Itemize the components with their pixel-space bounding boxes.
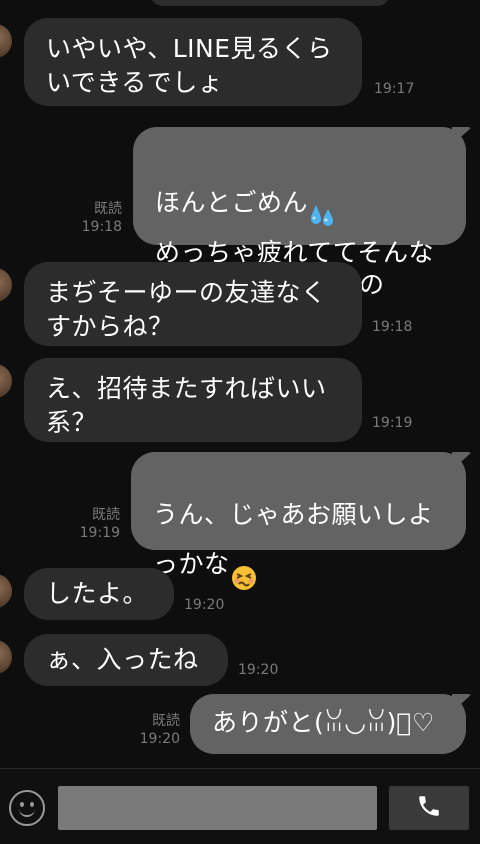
read-receipt: 既読 19:20 <box>139 713 180 747</box>
chat-area: いやいや、LINE見るくら いできるでしょ 19:17 ほんとごめん めっちゃ疲… <box>0 0 480 768</box>
previous-message-bubble <box>150 0 390 6</box>
avatar[interactable] <box>0 24 12 58</box>
message-input[interactable] <box>58 786 377 830</box>
message-text: ほんとごめん <box>155 188 309 217</box>
message-text: うん、じゃあお願いしよ っかな <box>153 500 434 579</box>
avatar[interactable] <box>0 364 12 398</box>
read-receipt: 既読 19:19 <box>79 507 120 541</box>
message-bubble-incoming[interactable]: いやいや、LINE見るくら いできるでしょ <box>24 18 362 106</box>
message-time: 19:17 <box>374 81 415 97</box>
message-time: 19:18 <box>81 219 122 235</box>
message-bubble-outgoing[interactable]: ありがと(ꈍ◡ꈍ)ﾞ♡ <box>190 694 466 754</box>
message-bubble-incoming[interactable]: したよ。 <box>24 568 174 620</box>
avatar[interactable] <box>0 268 12 302</box>
avatar[interactable] <box>0 640 12 674</box>
message-time: 19:20 <box>184 597 225 613</box>
message-time: 19:19 <box>372 415 413 431</box>
phone-icon <box>416 793 442 823</box>
smiley-icon[interactable] <box>9 790 45 826</box>
message-time: 19:20 <box>139 731 180 747</box>
message-time: 19:18 <box>372 319 413 335</box>
avatar[interactable] <box>0 574 12 608</box>
message-bubble-incoming[interactable]: え、招待またすればいい 系？ <box>24 358 362 442</box>
message-bubble-incoming[interactable]: まぢそーゆーの友達なく すからね？ <box>24 262 362 346</box>
message-input-bar <box>0 768 480 844</box>
sweat-drops-icon <box>308 171 338 237</box>
message-time: 19:19 <box>79 525 120 541</box>
call-button[interactable] <box>389 786 469 830</box>
message-bubble-outgoing[interactable]: ほんとごめん めっちゃ疲れててそんな 気も起きなかったの <box>133 127 466 299</box>
read-receipt: 既読 19:18 <box>81 201 122 235</box>
persevering-face-icon <box>230 531 258 600</box>
message-bubble-incoming[interactable]: ぁ、入ったね <box>24 634 228 686</box>
message-bubble-outgoing[interactable]: うん、じゃあお願いしよ っかな <box>131 452 466 590</box>
message-time: 19:20 <box>238 662 279 678</box>
